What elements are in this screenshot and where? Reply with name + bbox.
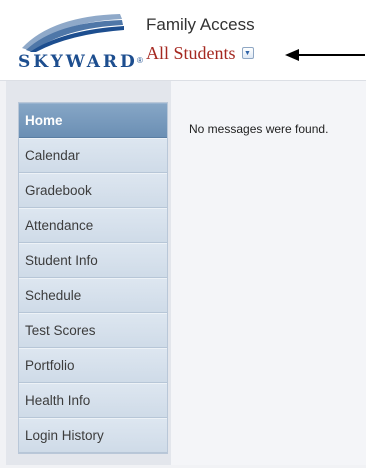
student-selector-label[interactable]: All Students (146, 43, 236, 64)
header: SKYWARD ® Family Access All Students ▼ (0, 0, 366, 78)
sidebar-item-health-info[interactable]: Health Info (19, 383, 167, 418)
sidebar-item-login-history[interactable]: Login History (19, 418, 167, 453)
sidebar-item-student-info[interactable]: Student Info (19, 243, 167, 278)
sidebar-item-calendar[interactable]: Calendar (19, 138, 167, 173)
sidebar-item-home[interactable]: Home (19, 103, 167, 138)
sidebar-item-attendance[interactable]: Attendance (19, 208, 167, 243)
main-area: Home Calendar Gradebook Attendance Stude… (0, 80, 366, 468)
student-selector[interactable]: All Students ▼ (146, 42, 254, 64)
registered-mark: ® (137, 56, 143, 65)
skyward-logo: SKYWARD ® (12, 8, 143, 72)
sidebar-item-gradebook[interactable]: Gradebook (19, 173, 167, 208)
student-dropdown-button[interactable]: ▼ (241, 47, 254, 59)
sidebar-item-portfolio[interactable]: Portfolio (19, 348, 167, 383)
logo-text: SKYWARD (18, 52, 138, 72)
sidebar-nav: Home Calendar Gradebook Attendance Stude… (18, 102, 168, 454)
sidebar-item-test-scores[interactable]: Test Scores (19, 313, 167, 348)
chevron-down-icon: ▼ (244, 49, 251, 57)
content-panel: No messages were found. (171, 81, 366, 465)
no-messages-text: No messages were found. (189, 122, 329, 136)
left-arrow-icon (285, 49, 365, 61)
swoosh-icon (22, 14, 124, 52)
sidebar: Home Calendar Gradebook Attendance Stude… (6, 81, 171, 465)
sidebar-item-schedule[interactable]: Schedule (19, 278, 167, 313)
app-title: Family Access (146, 15, 255, 34)
